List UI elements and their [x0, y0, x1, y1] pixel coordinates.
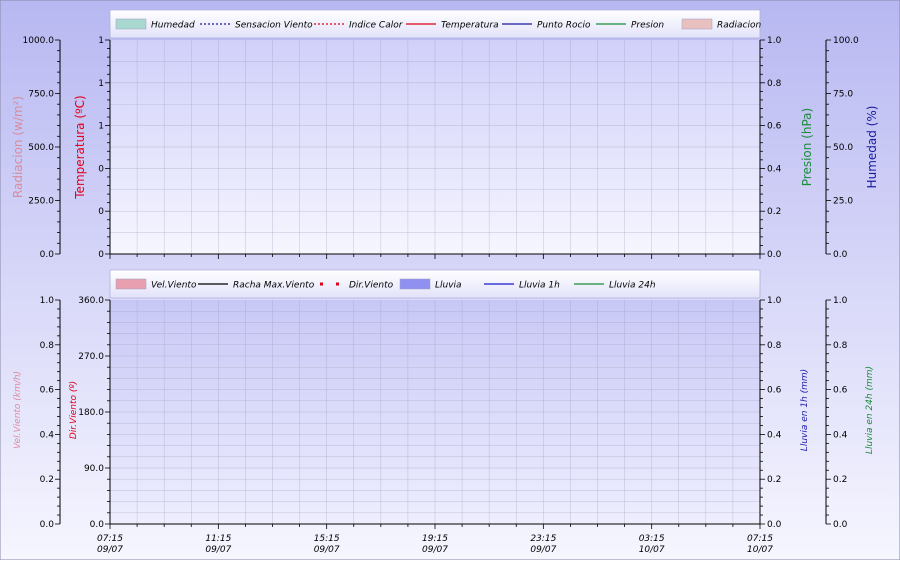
- axis-tick-label: 0.0: [767, 250, 782, 260]
- axis-tick-label: 0.4: [767, 430, 782, 440]
- x-tick-label-date: 09/07: [97, 545, 123, 555]
- legend-label: Indice Calor: [349, 21, 404, 31]
- axis-tick-label: 1.0: [833, 296, 848, 306]
- x-tick-label-time: 23:15: [530, 534, 556, 544]
- axis-tick-label: 0.6: [767, 386, 782, 396]
- axis-title: Humedad (%): [865, 106, 879, 189]
- x-tick-label-time: 19:15: [422, 534, 448, 544]
- legend-swatch: [115, 278, 147, 290]
- axis-tick-label: 25.0: [833, 197, 853, 207]
- axis-tick-label: 0: [98, 207, 104, 217]
- x-tick-label-date: 09/07: [205, 545, 231, 555]
- x-tick-label-time: 11:15: [205, 534, 231, 544]
- axis-tick-label: 75.0: [833, 90, 853, 100]
- axis-tick-label: 0.0: [90, 520, 105, 530]
- axis-tick-label: 0.2: [40, 475, 54, 485]
- axis-title: Lluvia en 1h (mm): [800, 369, 810, 451]
- axis-tick-label: 0.6: [767, 122, 782, 132]
- axis-tick-label: 1.0: [40, 296, 55, 306]
- axis-tick-label: 0.4: [833, 430, 848, 440]
- legend-swatch: [320, 282, 323, 286]
- axis-tick-label: 0.6: [833, 386, 848, 396]
- x-tick-label-time: 03:15: [639, 534, 665, 544]
- axis-tick-label: 0.8: [40, 341, 55, 351]
- legend-swatch: [681, 18, 713, 30]
- legend-label: Sensacion Viento: [235, 21, 313, 31]
- axis-tick-label: 0.6: [40, 386, 55, 396]
- legend-label: Punto Rocio: [537, 21, 591, 31]
- axis-tick-label: 250.0: [28, 197, 54, 207]
- axis-tick-label: 180.0: [78, 408, 104, 418]
- axis-tick-label: 0.0: [40, 250, 55, 260]
- axis-tick-label: 100.0: [833, 36, 859, 46]
- axis-tick-label: 1000.0: [23, 36, 55, 46]
- weather-charts-svg: 1000.0 750.0 500.0 250.0 0.0 1 1 1 0 0 0 1.0 0.8 0.6 0…: [0, 0, 900, 561]
- axis-tick-label: 1.0: [767, 36, 782, 46]
- axis-title: Radiacion (w/m²): [11, 96, 25, 198]
- axis-title: Presion (hPa): [800, 108, 814, 186]
- axis-tick-label: 0.4: [767, 164, 782, 174]
- axis-tick-label: 90.0: [84, 464, 104, 474]
- axis-tick-label: 0.8: [767, 341, 782, 351]
- axis-tick-label: 0.0: [767, 520, 782, 530]
- axis-tick-label: 0.0: [833, 520, 848, 530]
- axis-tick-label: 0.2: [833, 475, 847, 485]
- x-tick-label-date: 10/07: [747, 545, 773, 555]
- axis-tick-label: 50.0: [833, 143, 853, 153]
- axis-tick-label: 0: [98, 164, 104, 174]
- axis-tick-label: 0.0: [40, 520, 55, 530]
- x-tick-label-date: 09/07: [530, 545, 556, 555]
- bottom-legend: Vel.Viento Racha Max.Viento Dir.Viento Lluv…: [109, 269, 761, 299]
- legend-label: Humedad: [151, 21, 195, 31]
- axis-tick-label: 0.2: [767, 207, 781, 217]
- axis-tick-label: 0.2: [767, 475, 781, 485]
- x-tick-label-time: 07:15: [97, 534, 123, 544]
- legend-label: Lluvia 1h: [519, 281, 560, 291]
- axis-tick-label: 360.0: [78, 296, 104, 306]
- axis-tick-label: 750.0: [28, 90, 54, 100]
- axis-tick-label: 1: [98, 79, 104, 89]
- legend-swatch: [336, 282, 339, 286]
- x-tick-label-date: 09/07: [314, 545, 340, 555]
- legend-label: Vel.Viento: [151, 281, 197, 291]
- x-tick-label-date: 09/07: [422, 545, 448, 555]
- axis-title: Lluvia en 24h (mm): [865, 366, 875, 454]
- x-tick-label-time: 15:15: [314, 534, 340, 544]
- top-legend: Humedad Sensacion Viento Indice Calor Tempe…: [109, 9, 761, 39]
- axis-tick-label: 1: [98, 36, 104, 46]
- legend-swatch: [115, 18, 147, 30]
- axis-tick-label: 0.4: [40, 430, 55, 440]
- axis-tick-label: 1: [98, 122, 104, 132]
- axis-tick-label: 1.0: [767, 296, 782, 306]
- legend-label: Temperatura: [441, 21, 499, 31]
- legend-label: Presion: [631, 21, 664, 31]
- axis-tick-label: 0.8: [767, 79, 782, 89]
- axis-tick-label: 0.0: [833, 250, 848, 260]
- axis-title: Dir.Viento (º): [69, 381, 79, 439]
- axis-tick-label: 0.8: [833, 341, 848, 351]
- bottom-grid: [110, 300, 760, 524]
- legend-label: Radiacion: [717, 21, 761, 31]
- legend-label: Dir.Viento: [349, 281, 394, 291]
- axis-tick-label: 270.0: [78, 352, 104, 362]
- legend-swatch: [399, 278, 431, 290]
- legend-label: Lluvia 24h: [609, 281, 656, 291]
- x-tick-label-time: 07:15: [747, 534, 773, 544]
- legend-label: Lluvia: [435, 281, 462, 291]
- axis-title: Temperatura (ºC): [73, 95, 87, 199]
- axis-title: Vel.Viento (km/h): [13, 371, 23, 449]
- axis-tick-label: 0: [98, 250, 104, 260]
- axis-tick-label: 500.0: [28, 143, 54, 153]
- weather-chart-panel: 1000.0 750.0 500.0 250.0 0.0 1 1 1 0 0 0 1.0 0.8 0.6 0…: [0, 0, 900, 561]
- x-tick-label-date: 10/07: [639, 545, 665, 555]
- legend-label: Racha Max.Viento: [233, 281, 315, 291]
